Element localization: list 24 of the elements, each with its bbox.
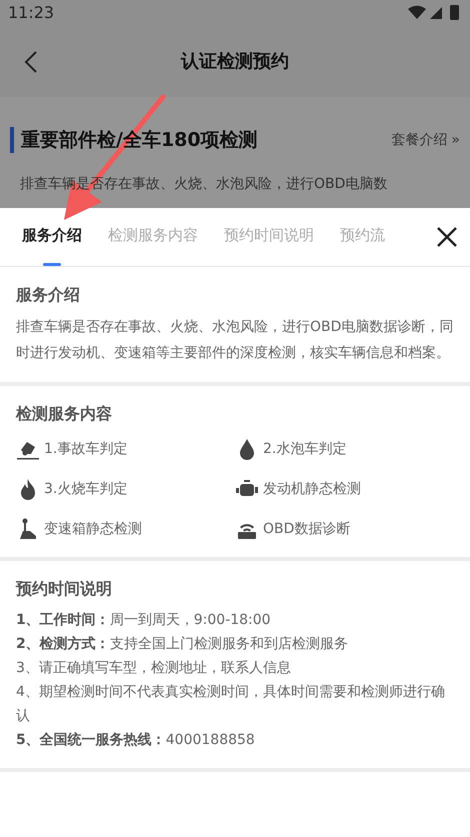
tab[interactable]: 预约流 — [340, 208, 385, 266]
info-line: 2、检测方式：支持全国上门检测服务和到店检测服务 — [16, 634, 349, 654]
info-line: 5、全国统一服务热线：4000188858 — [16, 731, 256, 750]
page-title: 认证检测预约 — [181, 50, 289, 73]
tab[interactable]: 检测服务内容 — [108, 208, 198, 266]
section-title: 检测服务内容 — [16, 404, 113, 425]
service-item: 1.事故车判定 — [44, 440, 128, 458]
service-item: 变速箱静态检测 — [44, 520, 142, 538]
service-item: 2.水泡车判定 — [263, 440, 346, 458]
tab[interactable]: 预约时间说明 — [224, 208, 314, 266]
service-item: 3.火烧车判定 — [44, 480, 128, 498]
info-line: 3、请正确填写车型，检测地址，联系人信息 — [16, 659, 292, 678]
status-time: 11:23 — [8, 3, 54, 22]
section-text: 排查车辆是否存在事故、火烧、水泡风险，进行OBD电脑数据诊断，同时进行发动机、变速箱等主要部件的深度检测，核实车辆信息和档案。 — [16, 318, 454, 363]
package-link[interactable]: 套餐介绍 » — [391, 131, 460, 149]
info-line: 1、工作时间：周一到周天，9:00-18:00 — [16, 611, 272, 630]
status-icons — [406, 2, 462, 22]
tab[interactable]: 服务介绍 — [22, 208, 82, 266]
info-line: 4、期望检测时间不代表真实检测时间，具体时间需要和检测师进行确认 — [16, 683, 446, 726]
service-item: 发动机静态检测 — [263, 480, 361, 498]
section-title: 服务介绍 — [16, 285, 81, 306]
back-icon — [24, 50, 38, 74]
service-item: OBD数据诊断 — [263, 520, 350, 538]
section-title: 预约时间说明 — [16, 579, 113, 600]
